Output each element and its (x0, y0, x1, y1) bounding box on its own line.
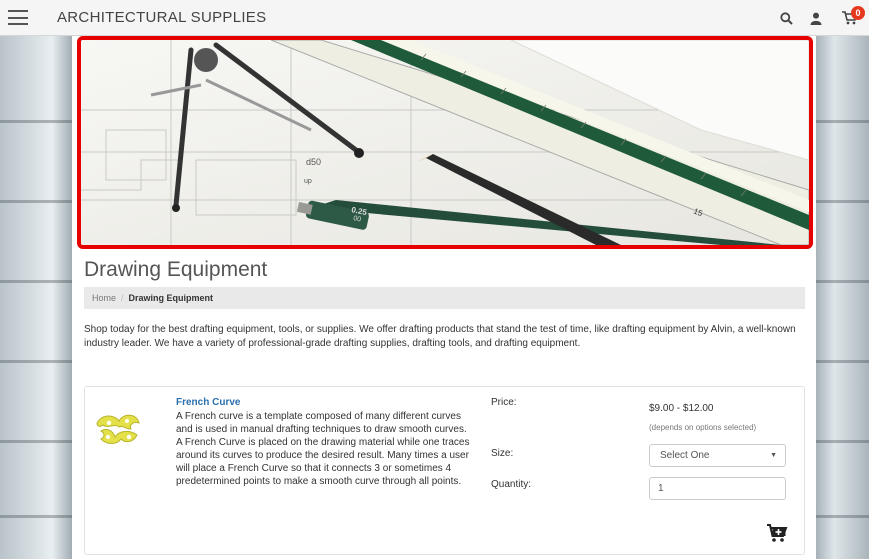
product-price: $9.00 - $12.00 (649, 403, 714, 414)
product-thumbnail[interactable] (93, 409, 143, 449)
page-title: Drawing Equipment (84, 258, 268, 281)
price-label: Price: (491, 397, 517, 408)
chevron-down-icon: ▼ (770, 452, 777, 459)
size-select[interactable]: Select One ▼ (649, 444, 786, 467)
cart-count-badge: 0 (851, 6, 865, 20)
brand-logo-text[interactable]: ARCHITECTURAL SUPPLIES (57, 9, 266, 26)
plan-label: up (304, 178, 312, 185)
category-intro-text: Shop today for the best drafting equipme… (84, 324, 796, 349)
hamburger-icon[interactable] (8, 10, 28, 25)
product-description: A French curve is a template composed of… (176, 411, 470, 487)
product-name-link[interactable]: French Curve (176, 397, 240, 408)
breadcrumb-home-link[interactable]: Home (92, 293, 116, 303)
category-banner-image: d50 up 15 0.25 00 (77, 36, 813, 249)
plan-label: d50 (306, 157, 321, 167)
breadcrumb-separator: / (121, 293, 124, 303)
top-navbar: ARCHITECTURAL SUPPLIES 0 (0, 0, 869, 36)
content-panel: d50 up 15 0.25 00 Drawing Equipment Home… (72, 36, 816, 559)
size-select-value: Select One (660, 450, 710, 461)
quantity-input[interactable] (649, 477, 786, 500)
quantity-label: Quantity: (491, 479, 532, 490)
product-card: French Curve A French curve is a templat… (84, 386, 805, 555)
cart-icon[interactable]: 0 (831, 0, 869, 36)
search-icon[interactable] (771, 0, 801, 36)
header-actions: 0 (771, 0, 869, 36)
breadcrumb: Home / Drawing Equipment (84, 287, 805, 309)
user-icon[interactable] (801, 0, 831, 36)
price-note: (depends on options selected) (649, 423, 757, 432)
breadcrumb-current: Drawing Equipment (128, 293, 214, 303)
size-label: Size: (491, 448, 514, 459)
cart-plus-icon[interactable] (766, 523, 788, 543)
